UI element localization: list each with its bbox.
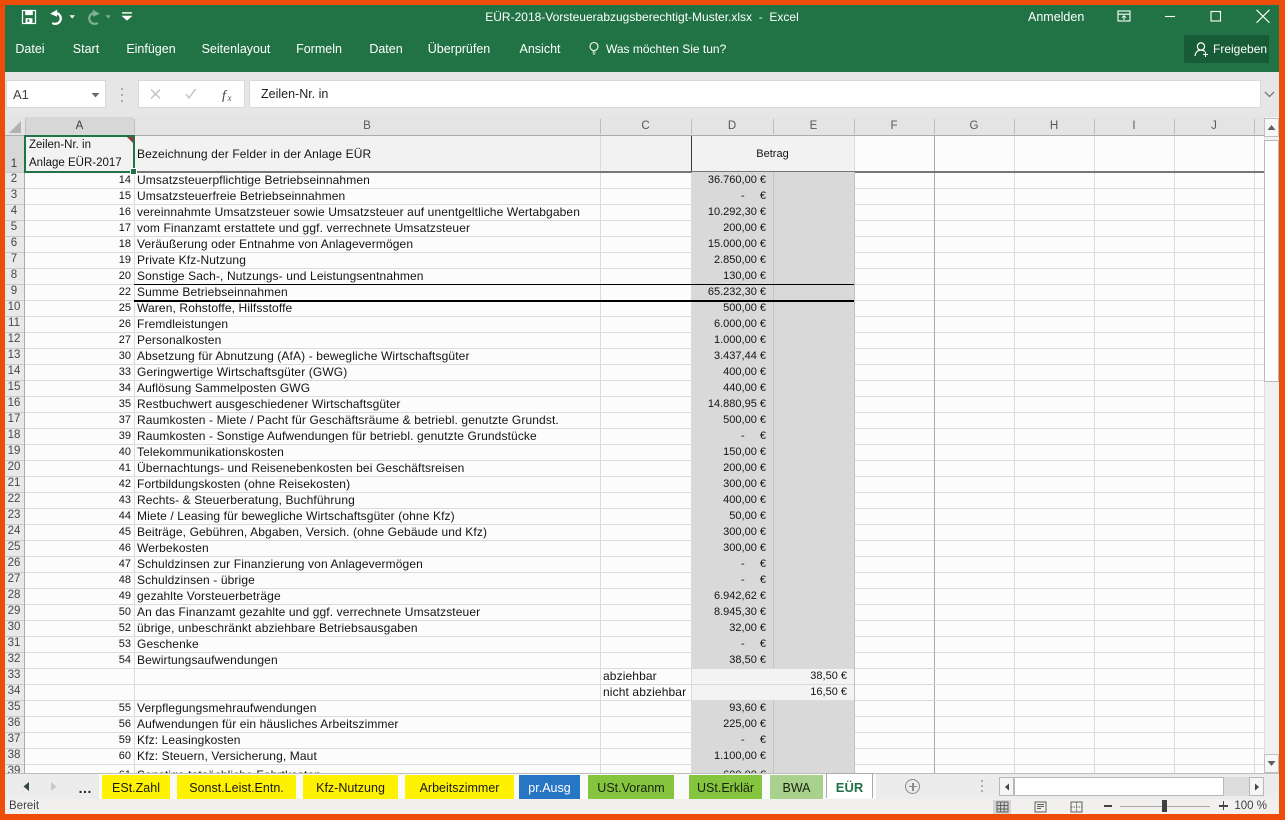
svg-text:x: x: [227, 93, 232, 102]
